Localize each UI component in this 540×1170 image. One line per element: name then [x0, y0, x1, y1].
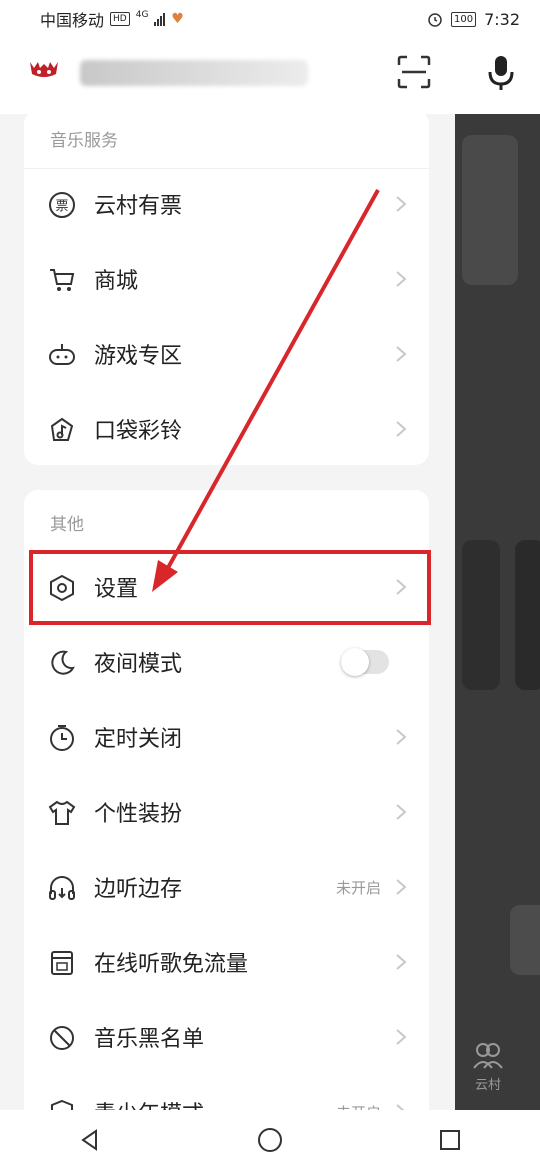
menu-item-music-blacklist[interactable]: 音乐黑名单 — [24, 1000, 429, 1074]
menu-item-personalize[interactable]: 个性装扮 — [24, 775, 429, 849]
menu-item-label: 夜间模式 — [94, 652, 183, 677]
hd-badge: HD — [110, 12, 130, 26]
menu-item-label: 商城 — [94, 269, 139, 294]
menu-item-games[interactable]: 游戏专区 — [24, 317, 429, 391]
chevron-right-icon — [396, 346, 407, 362]
home-circle-icon — [258, 1128, 282, 1152]
menu-item-label: 定时关闭 — [94, 727, 183, 752]
night-mode-toggle[interactable] — [341, 648, 389, 676]
headphones-icon — [49, 876, 75, 900]
menu-item-yuncun-tickets[interactable]: 票 云村有票 — [24, 167, 429, 241]
heart-icon: ♥ — [171, 11, 184, 27]
svg-text:票: 票 — [55, 199, 68, 214]
menu-item-sleep-timer[interactable]: 定时关闭 — [24, 700, 429, 774]
back-triangle-icon — [81, 1129, 97, 1151]
ringtone-icon — [50, 417, 74, 441]
toggle-knob — [341, 648, 369, 676]
status-bar: 中国移动 HD 4G ♥ 100 7:32 — [0, 0, 540, 38]
menu-item-free-data[interactable]: 在线听歌免流量 — [24, 925, 429, 999]
chevron-right-icon — [396, 421, 407, 437]
clock: 7:32 — [484, 9, 520, 29]
menu-item-label: 口袋彩铃 — [94, 419, 183, 444]
menu-item-label: 云村有票 — [94, 194, 183, 219]
profile-bar — [0, 38, 540, 114]
menu-item-store[interactable]: 商城 — [24, 242, 429, 316]
tab-cun[interactable]: 云村 — [458, 1040, 518, 1110]
chevron-right-icon — [396, 804, 407, 820]
tab-cun-label: 云村 — [474, 1078, 501, 1093]
menu-item-label: 青少年模式 — [94, 1096, 204, 1110]
avatar[interactable] — [24, 50, 64, 90]
chevron-right-icon — [396, 729, 407, 745]
menu-item-status: 未开启 — [335, 878, 381, 897]
microphone-icon — [488, 56, 514, 90]
sim-card-icon — [51, 951, 73, 975]
music-services-title: 音乐服务 — [50, 131, 118, 151]
ticket-icon: 票 — [49, 192, 75, 218]
menu-item-label: 个性装扮 — [94, 802, 183, 827]
system-nav-bar — [0, 1110, 540, 1170]
music-services-card: 音乐服务 票 云村有票 商城 游戏专区 口袋彩铃 — [24, 110, 429, 465]
username-blurred[interactable] — [80, 60, 308, 86]
cart-icon — [50, 269, 75, 291]
menu-item-status: 未开启 — [336, 1102, 381, 1111]
voice-search-button[interactable] — [485, 52, 519, 92]
back-button[interactable] — [70, 1120, 110, 1160]
timer-icon — [50, 725, 74, 751]
menu-item-night-mode[interactable]: 夜间模式 — [24, 625, 429, 699]
community-icon — [473, 1043, 503, 1069]
moose-avatar-icon — [30, 62, 58, 77]
menu-item-label: 音乐黑名单 — [94, 1027, 205, 1052]
settings-highlight-box — [29, 550, 431, 625]
home-button[interactable] — [250, 1120, 290, 1160]
chevron-right-icon — [396, 879, 407, 895]
menu-item-pocket-ringtone[interactable]: 口袋彩铃 — [24, 392, 429, 466]
menu-item-listen-and-save[interactable]: 边听边存 未开启 — [24, 850, 429, 924]
menu-item-label: 边听边存 — [94, 877, 183, 902]
alarm-icon — [428, 13, 442, 27]
battery-icon: 100 — [450, 11, 477, 27]
shield-icon — [51, 1099, 73, 1110]
network-type: 4G — [135, 10, 149, 20]
scan-icon — [397, 55, 431, 89]
other-title: 其他 — [50, 515, 84, 535]
chevron-right-icon — [396, 196, 407, 212]
tshirt-icon — [48, 800, 76, 825]
menu-item-label: 在线听歌免流量 — [94, 952, 249, 977]
chevron-right-icon — [396, 271, 407, 287]
moon-icon — [51, 650, 75, 675]
menu-item-teen-mode[interactable]: 青少年模式 未开启 — [24, 1075, 429, 1110]
chevron-right-icon — [396, 954, 407, 970]
menu-item-label: 游戏专区 — [94, 344, 183, 369]
chevron-right-icon — [396, 1029, 407, 1045]
scan-button[interactable] — [396, 54, 432, 90]
carrier-name: 中国移动 — [40, 11, 105, 30]
recents-square-icon — [440, 1130, 460, 1150]
block-icon — [50, 1026, 74, 1050]
signal-icon — [154, 12, 166, 26]
recents-button[interactable] — [430, 1120, 470, 1160]
chevron-right-icon — [396, 1104, 405, 1110]
gamepad-icon — [49, 344, 75, 365]
